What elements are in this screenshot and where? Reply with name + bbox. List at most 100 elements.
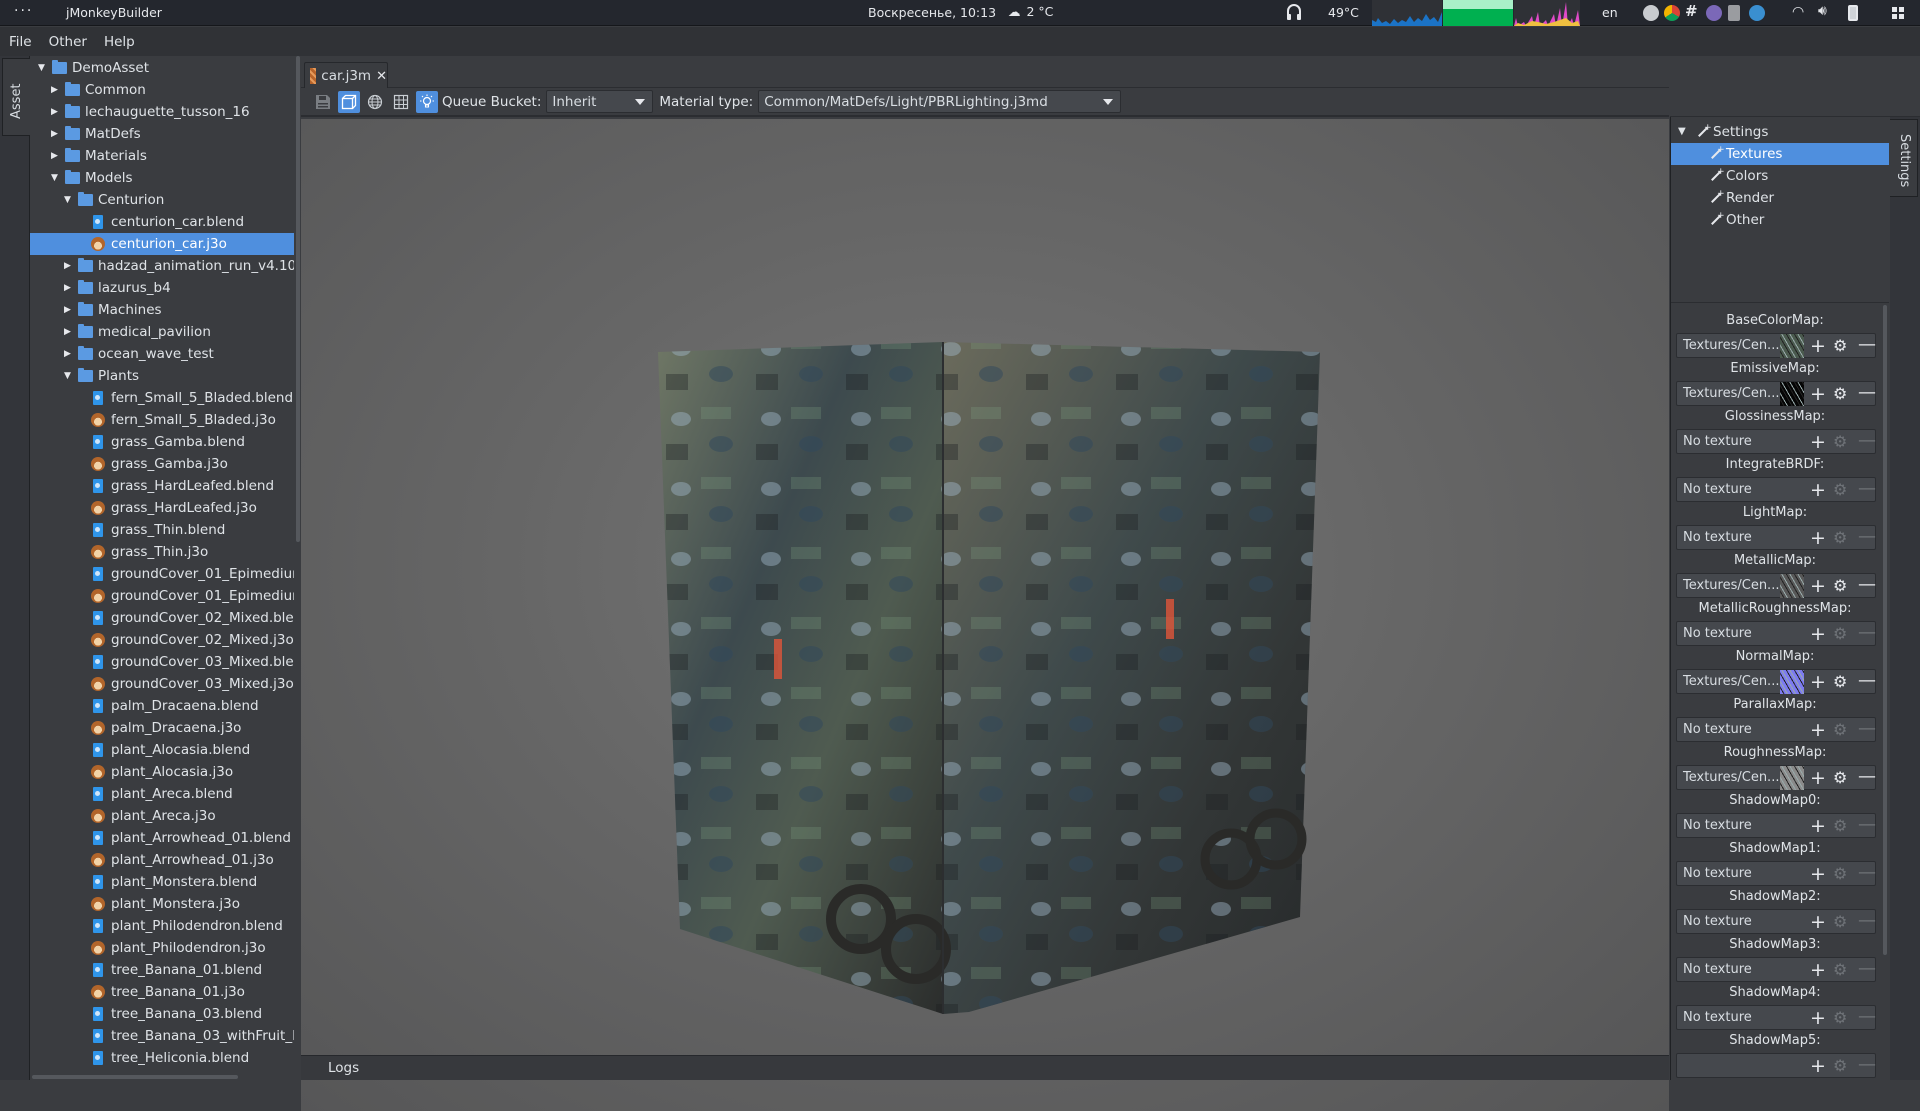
- tree-file-row[interactable]: tree_Banana_03.blend: [30, 1003, 294, 1025]
- texture-property-field[interactable]: + ⚙ —: [1676, 1053, 1876, 1078]
- remove-texture-icon[interactable]: —: [1858, 814, 1876, 836]
- texture-settings-gear-icon[interactable]: ⚙: [1833, 863, 1847, 885]
- add-texture-icon[interactable]: +: [1810, 575, 1826, 597]
- expand-arrow-icon[interactable]: ▼: [1678, 121, 1686, 143]
- texture-property-field[interactable]: Textures/Cen... + ⚙ —: [1676, 669, 1876, 694]
- chrome-icon[interactable]: [1664, 5, 1680, 21]
- keyboard-layout-indicator[interactable]: en: [1602, 5, 1618, 20]
- settings-item-render[interactable]: Render: [1671, 183, 1889, 209]
- volume-icon[interactable]: 🔊︎: [1818, 3, 1827, 19]
- telegram-icon[interactable]: [1749, 5, 1765, 21]
- tree-folder-row[interactable]: ▼ Plants: [30, 365, 294, 387]
- tree-file-row[interactable]: groundCover_01_Epimedium.j3o: [30, 585, 294, 607]
- material-preview-cube[interactable]: [301, 119, 1669, 1055]
- remove-texture-icon[interactable]: —: [1858, 766, 1876, 788]
- expand-arrow-icon[interactable]: ▶: [51, 123, 63, 145]
- weather-widget[interactable]: ☁ 2 °C: [1008, 4, 1053, 19]
- tree-folder-row[interactable]: ▶ Materials: [30, 145, 294, 167]
- activities-menu-button[interactable]: ···: [14, 3, 33, 19]
- texture-property-field[interactable]: No texture + ⚙ —: [1676, 957, 1876, 982]
- texture-settings-gear-icon[interactable]: ⚙: [1833, 671, 1847, 693]
- plane-preview-button[interactable]: [390, 91, 412, 113]
- headphones-icon[interactable]: [1286, 3, 1302, 21]
- 3d-viewport[interactable]: [301, 119, 1669, 1111]
- add-texture-icon[interactable]: +: [1810, 383, 1826, 405]
- toggle-light-button[interactable]: [416, 90, 438, 113]
- texture-settings-gear-icon[interactable]: ⚙: [1833, 335, 1847, 357]
- expand-arrow-icon[interactable]: ▶: [64, 321, 76, 343]
- tree-file-row[interactable]: fern_Small_5_Bladed.j3o: [30, 409, 294, 431]
- texture-settings-gear-icon[interactable]: ⚙: [1833, 767, 1847, 789]
- menu-help[interactable]: Help: [104, 34, 135, 50]
- add-texture-icon[interactable]: +: [1810, 527, 1826, 549]
- tree-file-row[interactable]: palm_Dracaena.j3o: [30, 717, 294, 739]
- add-texture-icon[interactable]: +: [1810, 911, 1826, 933]
- tree-file-row[interactable]: grass_Gamba.blend: [30, 431, 294, 453]
- app-grid-icon[interactable]: [1892, 7, 1904, 19]
- tree-horizontal-scrollbar[interactable]: [32, 1075, 238, 1079]
- add-texture-icon[interactable]: +: [1810, 671, 1826, 693]
- remove-texture-icon[interactable]: —: [1858, 910, 1876, 932]
- remove-texture-icon[interactable]: —: [1858, 526, 1876, 548]
- tree-file-row[interactable]: plant_Arrowhead_01.blend: [30, 827, 294, 849]
- add-texture-icon[interactable]: +: [1810, 479, 1826, 501]
- tree-file-row[interactable]: groundCover_02_Mixed.j3o: [30, 629, 294, 651]
- tree-file-row[interactable]: plant_Monstera.blend: [30, 871, 294, 893]
- tree-folder-row[interactable]: ▼ DemoAsset: [30, 57, 294, 79]
- expand-arrow-icon[interactable]: ▶: [64, 343, 76, 365]
- tree-file-row[interactable]: plant_Alocasia.j3o: [30, 761, 294, 783]
- texture-property-field[interactable]: No texture + ⚙ —: [1676, 477, 1876, 502]
- tree-folder-row[interactable]: ▶ lazurus_b4: [30, 277, 294, 299]
- settings-item-colors[interactable]: Colors: [1671, 161, 1889, 187]
- remove-texture-icon[interactable]: —: [1858, 334, 1876, 356]
- add-texture-icon[interactable]: +: [1810, 1007, 1826, 1029]
- texture-property-field[interactable]: No texture + ⚙ —: [1676, 909, 1876, 934]
- remove-texture-icon[interactable]: —: [1858, 1054, 1876, 1076]
- tree-folder-row[interactable]: ▶ Common: [30, 79, 294, 101]
- texture-settings-gear-icon[interactable]: ⚙: [1833, 431, 1847, 453]
- properties-scrollbar[interactable]: [1883, 305, 1887, 955]
- settings-tree[interactable]: ▼ Settings Textures Colors Render Other: [1671, 117, 1889, 303]
- slack-icon[interactable]: #: [1685, 2, 1701, 20]
- remove-texture-icon[interactable]: —: [1858, 958, 1876, 980]
- tree-file-row[interactable]: groundCover_01_Epimedium.blend: [30, 563, 294, 585]
- texture-settings-gear-icon[interactable]: ⚙: [1833, 623, 1847, 645]
- tree-file-row[interactable]: grass_Thin.blend: [30, 519, 294, 541]
- texture-property-field[interactable]: No texture + ⚙ —: [1676, 813, 1876, 838]
- texture-settings-gear-icon[interactable]: ⚙: [1833, 479, 1847, 501]
- texture-settings-gear-icon[interactable]: ⚙: [1833, 1007, 1847, 1029]
- wifi-icon[interactable]: ◠: [1792, 4, 1804, 20]
- save-button[interactable]: [312, 91, 334, 113]
- tree-file-row[interactable]: grass_Gamba.j3o: [30, 453, 294, 475]
- tree-file-row[interactable]: tree_Banana_01.blend: [30, 959, 294, 981]
- steam-icon[interactable]: [1643, 5, 1659, 21]
- tree-file-row[interactable]: groundCover_03_Mixed.j3o: [30, 673, 294, 695]
- editor-tab-car-j3m[interactable]: car.j3m ✕: [304, 62, 388, 89]
- remove-texture-icon[interactable]: —: [1858, 382, 1876, 404]
- add-texture-icon[interactable]: +: [1810, 431, 1826, 453]
- texture-settings-gear-icon[interactable]: ⚙: [1833, 527, 1847, 549]
- app-icon[interactable]: [1728, 5, 1740, 21]
- remove-texture-icon[interactable]: —: [1858, 1006, 1876, 1028]
- remove-texture-icon[interactable]: —: [1858, 622, 1876, 644]
- cube-preview-button[interactable]: [338, 90, 360, 113]
- add-texture-icon[interactable]: +: [1810, 623, 1826, 645]
- collapse-arrow-icon[interactable]: ▼: [51, 167, 63, 189]
- menu-other[interactable]: Other: [49, 34, 87, 50]
- tree-file-row[interactable]: grass_Thin.j3o: [30, 541, 294, 563]
- tree-file-row[interactable]: plant_Areca.blend: [30, 783, 294, 805]
- menu-file[interactable]: File: [9, 34, 32, 50]
- settings-tree-root[interactable]: ▼ Settings: [1671, 117, 1889, 143]
- texture-property-field[interactable]: No texture + ⚙ —: [1676, 429, 1876, 454]
- texture-property-field[interactable]: No texture + ⚙ —: [1676, 621, 1876, 646]
- texture-settings-gear-icon[interactable]: ⚙: [1833, 1055, 1847, 1077]
- material-type-select[interactable]: Common/MatDefs/Light/PBRLighting.j3md: [758, 90, 1122, 113]
- tree-file-row[interactable]: plant_Alocasia.blend: [30, 739, 294, 761]
- add-texture-icon[interactable]: +: [1810, 1055, 1826, 1077]
- remove-texture-icon[interactable]: —: [1858, 430, 1876, 452]
- tree-file-row[interactable]: plant_Arrowhead_01.j3o: [30, 849, 294, 871]
- tab-settings[interactable]: Settings: [1890, 119, 1918, 197]
- tree-file-row[interactable]: centurion_car.j3o: [30, 233, 294, 255]
- remove-texture-icon[interactable]: —: [1858, 478, 1876, 500]
- tree-file-row[interactable]: grass_HardLeafed.j3o: [30, 497, 294, 519]
